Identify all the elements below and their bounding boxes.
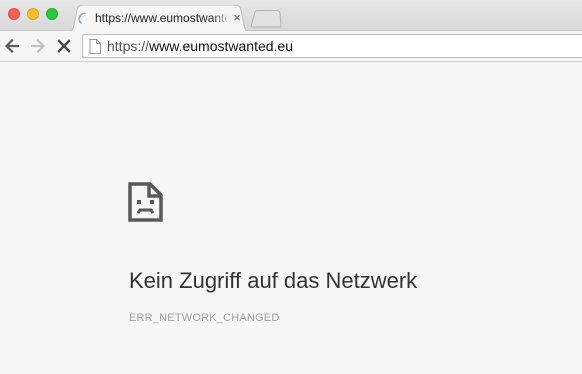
window-maximize-button[interactable]	[46, 8, 58, 20]
new-tab-icon[interactable]	[250, 10, 282, 28]
page-document-icon	[89, 39, 101, 54]
loading-spinner-icon	[78, 12, 86, 24]
tab-active[interactable]: https://www.eumostwanted.eu ×	[66, 5, 252, 32]
forward-arrow-icon[interactable]	[29, 37, 47, 55]
tab-title-fade	[212, 9, 230, 27]
window-minimize-button[interactable]	[27, 8, 39, 20]
address-bar[interactable]: https://www.eumostwanted.eu	[82, 34, 582, 58]
window-close-button[interactable]	[8, 8, 20, 20]
url-scheme: https://	[107, 38, 150, 54]
address-bar-url: https://www.eumostwanted.eu	[107, 38, 293, 54]
browser-toolbar: https://www.eumostwanted.eu	[0, 31, 582, 62]
error-heading: Kein Zugriff auf das Netzwerk	[129, 268, 418, 293]
error-code: ERR_NETWORK_CHANGED	[129, 312, 280, 324]
sad-document-icon	[128, 182, 163, 222]
stop-x-icon[interactable]	[55, 37, 73, 55]
error-page: Kein Zugriff auf das Netzwerk ERR_NETWOR…	[0, 62, 582, 374]
tab-close-icon[interactable]: ×	[230, 11, 244, 25]
url-host: www.eumostwanted.eu	[149, 38, 293, 54]
browser-window: https://www.eumostwanted.eu × https://ww…	[0, 0, 582, 374]
back-arrow-icon[interactable]	[3, 37, 21, 55]
tab-title: https://www.eumostwanted.eu	[95, 11, 227, 25]
tab-strip: https://www.eumostwanted.eu ×	[0, 0, 582, 32]
